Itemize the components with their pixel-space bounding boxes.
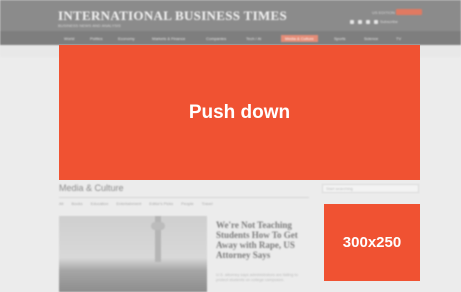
tag-item[interactable]: Entertainment	[116, 201, 141, 206]
tag-item[interactable]: All	[59, 201, 63, 206]
article-photo[interactable]	[59, 216, 207, 292]
nav-item[interactable]: Politics	[90, 36, 103, 41]
pushdown-ad-label: Push down	[188, 101, 291, 123]
tag-item[interactable]: Editor's Picks	[149, 201, 173, 206]
subscribe-label[interactable]: Subscribe	[380, 19, 398, 24]
search-placeholder: Start searching	[326, 186, 353, 191]
twitter-icon[interactable]	[358, 20, 362, 24]
section-title: Media & Culture	[59, 183, 124, 193]
site-tagline: BUSINESS NEWS AND ANALYSIS	[58, 23, 121, 28]
nav-item-active[interactable]: Media & Culture	[281, 35, 318, 42]
nav-item[interactable]: Tech / AI	[246, 36, 261, 41]
tag-item[interactable]: Books	[71, 201, 82, 206]
mrec-ad[interactable]: 300x250	[324, 204, 420, 281]
tag-item[interactable]: Education	[91, 201, 109, 206]
water-tower-image	[151, 216, 165, 262]
article-excerpt: U.S. attorney says administrators are fa…	[216, 272, 298, 282]
facebook-icon[interactable]	[350, 20, 354, 24]
tag-list: All Books Education Entertainment Editor…	[59, 201, 213, 206]
nav-item[interactable]: World	[64, 36, 74, 41]
tag-item[interactable]: Travel	[202, 201, 213, 206]
social-icons	[350, 20, 378, 24]
site-logo[interactable]: INTERNATIONAL BUSINESS TIMES	[58, 8, 287, 24]
main-nav: World Politics Economy Markets & Finance…	[0, 31, 461, 45]
search-input[interactable]: Start searching	[322, 184, 419, 193]
nav-item[interactable]: Markets & Finance	[152, 36, 185, 41]
tag-item[interactable]: People	[181, 201, 193, 206]
nav-item[interactable]: Sports	[334, 36, 346, 41]
edition-label[interactable]: US EDITION	[372, 10, 395, 15]
pushdown-ad[interactable]: Push down	[59, 45, 420, 180]
masthead: INTERNATIONAL BUSINESS TIMES BUSINESS NE…	[0, 0, 461, 31]
mrec-ad-label: 300x250	[342, 234, 402, 251]
rss-icon[interactable]	[374, 20, 378, 24]
divider	[59, 197, 309, 198]
article-headline[interactable]: We're Not Teaching Students How To Get A…	[216, 220, 311, 260]
google-plus-icon[interactable]	[366, 20, 370, 24]
nav-item[interactable]: Economy	[118, 36, 135, 41]
nav-item[interactable]: Companies	[206, 36, 226, 41]
nav-item[interactable]: Science	[364, 36, 378, 41]
subscribe-button[interactable]	[396, 9, 422, 15]
nav-item[interactable]: TV	[396, 36, 401, 41]
